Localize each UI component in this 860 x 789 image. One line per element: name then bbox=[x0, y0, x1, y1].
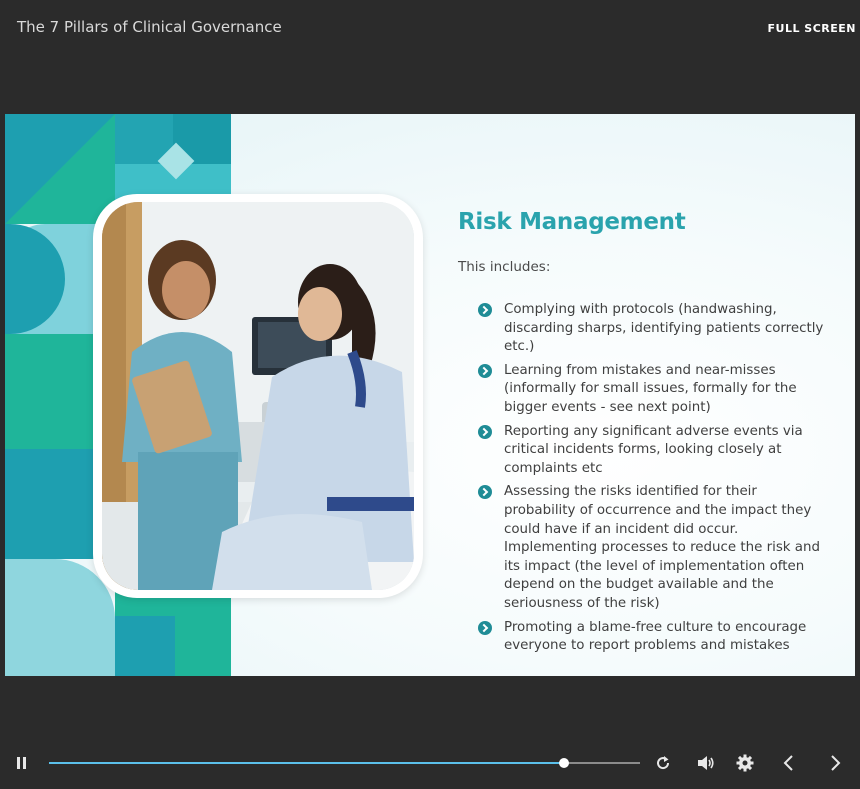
list-item-text: Learning from mistakes and near-misses (… bbox=[504, 362, 797, 415]
slide-intro: This includes: bbox=[458, 259, 551, 275]
slide-heading: Risk Management bbox=[458, 209, 686, 235]
photo-frame bbox=[93, 194, 423, 598]
player-controls bbox=[0, 740, 860, 789]
replay-icon[interactable] bbox=[655, 755, 671, 771]
progress-handle[interactable] bbox=[559, 758, 570, 768]
list-item: Reporting any significant adverse events… bbox=[478, 423, 828, 479]
slide: Risk Management This includes: Complying… bbox=[5, 114, 855, 676]
top-bar: The 7 Pillars of Clinical Governance FUL… bbox=[0, 0, 860, 56]
list-item-text: Complying with protocols (handwashing, d… bbox=[504, 302, 824, 355]
pause-icon[interactable] bbox=[17, 757, 27, 769]
course-title: The 7 Pillars of Clinical Governance bbox=[17, 18, 282, 36]
chevron-right-icon bbox=[478, 485, 492, 500]
progress-bar[interactable] bbox=[49, 758, 640, 768]
list-item-text: Promoting a blame-free culture to encour… bbox=[504, 619, 807, 654]
nurse-with-patient-photo bbox=[102, 202, 414, 590]
chevron-right-icon bbox=[478, 363, 492, 378]
list-item: Learning from mistakes and near-misses (… bbox=[478, 362, 828, 418]
next-icon[interactable] bbox=[830, 755, 842, 771]
list-item-text: Assessing the risks identified for their… bbox=[504, 484, 820, 611]
player-window: The 7 Pillars of Clinical Governance FUL… bbox=[0, 0, 860, 789]
list-item: Assessing the risks identified for their… bbox=[478, 483, 828, 613]
full-screen-button[interactable]: FULL SCREEN bbox=[768, 22, 857, 35]
previous-icon[interactable] bbox=[782, 755, 794, 771]
list-item: Complying with protocols (handwashing, d… bbox=[478, 301, 828, 357]
list-item: Promoting a blame-free culture to encour… bbox=[478, 619, 828, 656]
chevron-right-icon bbox=[478, 424, 492, 439]
progress-fill bbox=[49, 762, 565, 764]
list-item-text: Reporting any significant adverse events… bbox=[504, 423, 803, 476]
bullet-list: Complying with protocols (handwashing, d… bbox=[458, 301, 828, 656]
settings-icon[interactable] bbox=[736, 754, 754, 772]
volume-icon[interactable] bbox=[697, 755, 715, 771]
chevron-right-icon bbox=[478, 303, 492, 317]
chevron-right-icon bbox=[478, 620, 492, 635]
slide-content: Risk Management This includes: Complying… bbox=[458, 209, 828, 661]
